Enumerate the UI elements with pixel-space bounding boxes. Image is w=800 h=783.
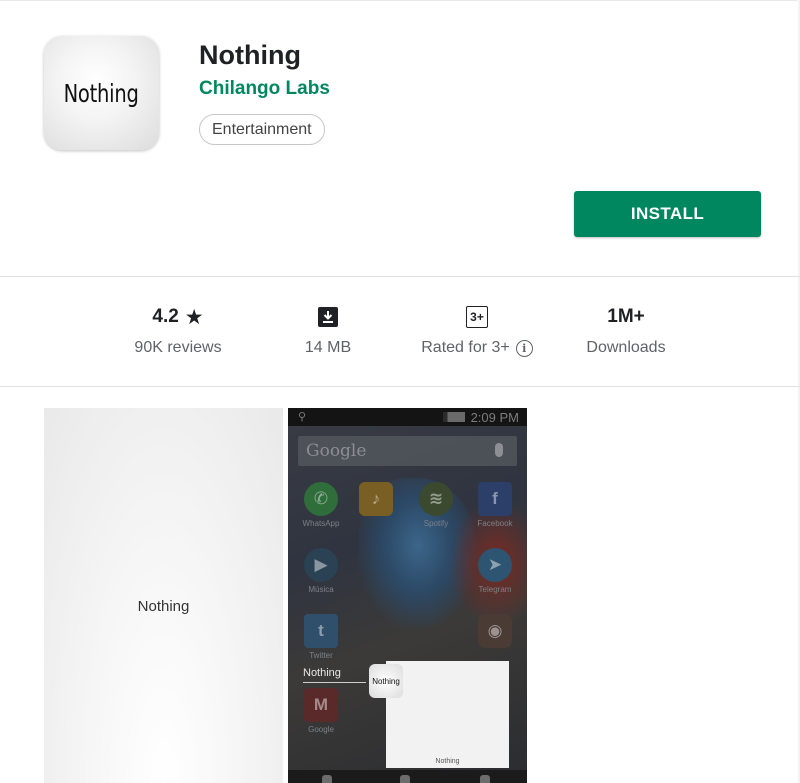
screenshot-caption: Nothing xyxy=(137,598,190,615)
home-icon xyxy=(400,775,410,783)
home-app-twitter: t Twitter xyxy=(296,614,346,660)
phone-status-bar: ⚲ 2:09 PM xyxy=(288,408,527,426)
content-rating-label: Rated for 3+ xyxy=(421,339,510,356)
home-app-label: WhatsApp xyxy=(302,519,340,528)
signal-icon xyxy=(442,412,465,422)
home-app-label: Twitter xyxy=(309,651,333,660)
home-app-label: Google xyxy=(308,725,334,734)
rating-value: 4.2 xyxy=(152,306,179,327)
app-icon: Nothing xyxy=(44,36,159,150)
category-chip[interactable]: Entertainment xyxy=(199,114,325,145)
content-rating-badge-row: 3+ xyxy=(397,302,557,332)
reviews-label: 90K reviews xyxy=(134,339,222,356)
overlay-app-caption: Nothing xyxy=(303,667,341,679)
twitter-icon: t xyxy=(304,614,338,648)
content-rating-label-row: Rated for 3+ i xyxy=(397,339,557,357)
mini-icon-text: Nothing xyxy=(372,676,400,686)
home-app-label: Facebook xyxy=(477,519,513,528)
facebook-icon: f xyxy=(478,482,512,516)
back-icon xyxy=(322,775,332,783)
divider xyxy=(0,386,800,387)
home-app-whatsapp: ✆ WhatsApp xyxy=(296,482,346,528)
size-stat: 14 MB xyxy=(248,302,408,357)
telegram-icon: ➤ xyxy=(478,548,512,582)
divider xyxy=(0,276,800,277)
recents-icon xyxy=(480,775,490,783)
home-app-telegram: ➤ Telegram xyxy=(470,548,520,594)
home-app-music: ♪ xyxy=(351,482,401,519)
downloads-label: Downloads xyxy=(586,339,666,356)
star-icon: ★ xyxy=(184,305,204,329)
gmail-icon: M xyxy=(304,688,338,722)
overlay-underline xyxy=(303,682,366,683)
app-preview-window: Nothing xyxy=(386,661,509,768)
whatsapp-icon: ✆ xyxy=(304,482,338,516)
app-title: Nothing xyxy=(199,40,301,70)
app-store-listing: Nothing Nothing Chilango Labs Entertainm… xyxy=(0,0,800,783)
downloads-value: 1M+ xyxy=(607,306,645,327)
screenshot-2[interactable]: ⚲ 2:09 PM Google ✆ WhatsApp ♪ ≋ Spotify … xyxy=(288,408,527,783)
home-app-spotify: ≋ Spotify xyxy=(411,482,461,528)
app-mini-icon: Nothing xyxy=(369,664,403,698)
home-app-label: Música xyxy=(308,585,334,594)
download-icon xyxy=(318,307,338,327)
music-player-icon: ♪ xyxy=(359,482,393,516)
home-app-instagram: ◉ xyxy=(470,614,520,648)
search-placeholder: Google xyxy=(306,441,367,461)
phone-nav-bar xyxy=(288,770,527,783)
downloads-stat: 1M+ Downloads xyxy=(546,302,706,357)
phone-search-bar: Google xyxy=(298,436,517,466)
screenshot-1[interactable]: Nothing xyxy=(44,408,283,783)
size-label: 14 MB xyxy=(304,339,352,356)
music-icon: ▶ xyxy=(304,548,338,582)
rating-value-row: 4.2 ★ xyxy=(98,302,258,332)
rating-stat: 4.2 ★ 90K reviews xyxy=(98,302,258,357)
mic-icon xyxy=(495,443,503,457)
app-icon-text: Nothing xyxy=(63,78,140,108)
size-icon-row xyxy=(248,302,408,332)
usb-icon: ⚲ xyxy=(298,411,307,423)
top-border xyxy=(0,0,800,1)
content-rating-stat: 3+ Rated for 3+ i xyxy=(397,302,557,357)
developer-link[interactable]: Chilango Labs xyxy=(199,78,330,100)
home-app-musica: ▶ Música xyxy=(296,548,346,594)
spotify-icon: ≋ xyxy=(419,482,453,516)
info-icon[interactable]: i xyxy=(515,339,533,357)
instagram-icon: ◉ xyxy=(478,614,512,648)
home-app-google: M Google xyxy=(296,688,346,734)
status-time: 2:09 PM xyxy=(470,409,519,425)
home-app-facebook: f Facebook xyxy=(470,482,520,528)
preview-window-label: Nothing xyxy=(435,758,460,765)
install-button[interactable]: INSTALL xyxy=(574,191,761,237)
home-app-label: Telegram xyxy=(478,585,512,594)
home-app-label: Spotify xyxy=(423,519,449,528)
content-rating-badge: 3+ xyxy=(466,306,488,328)
